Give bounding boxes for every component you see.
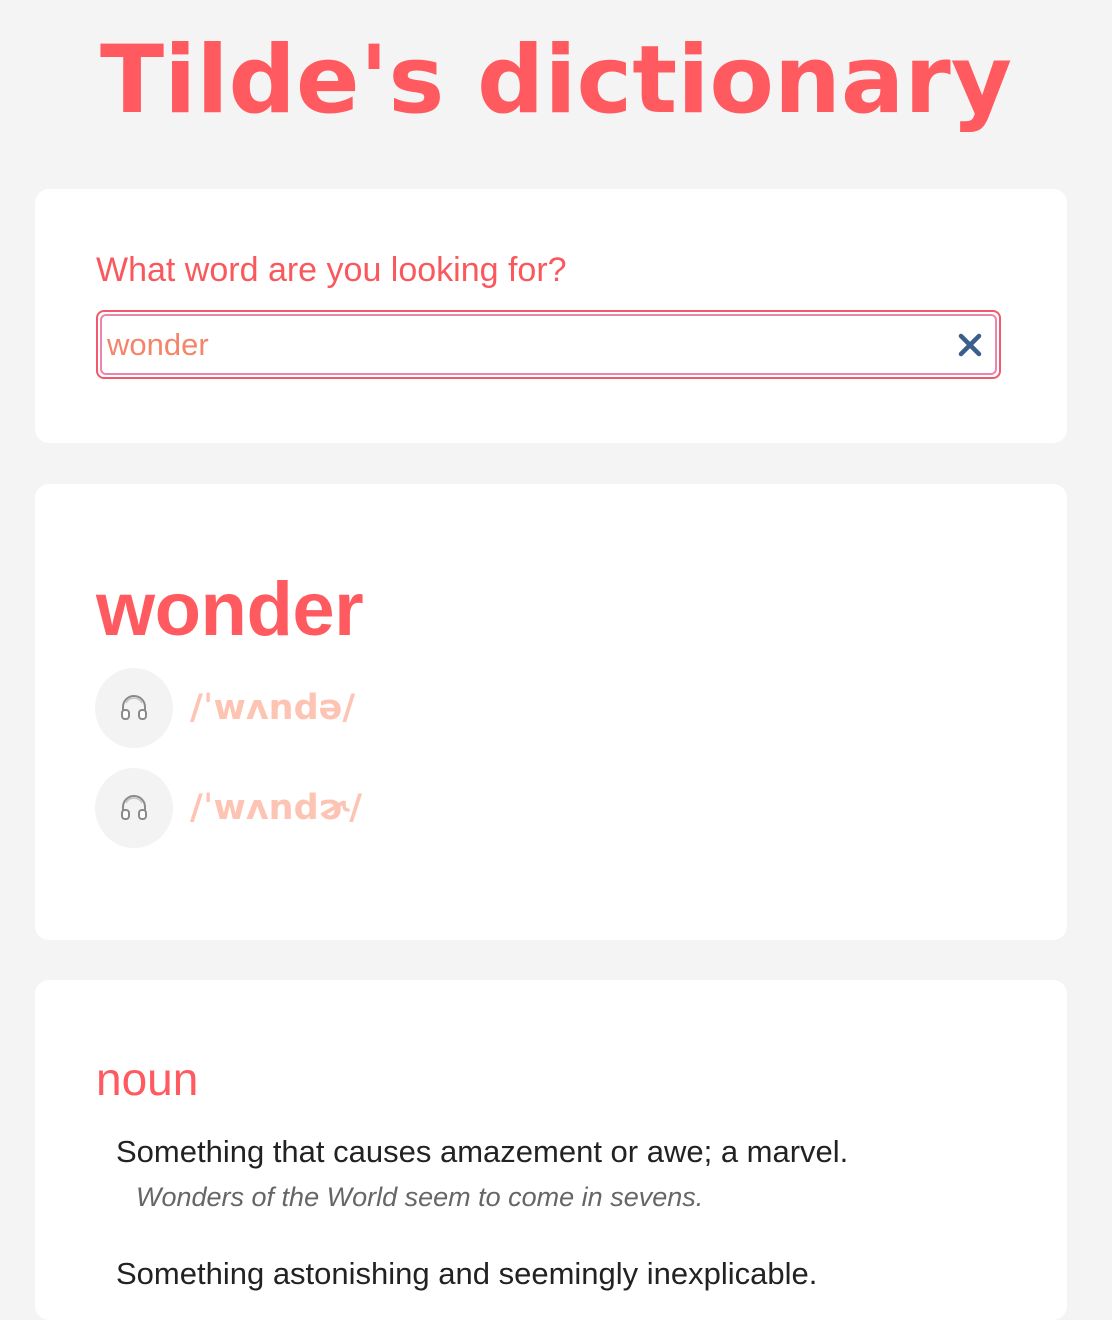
search-input[interactable] (102, 316, 942, 373)
search-box (96, 310, 1001, 379)
part-of-speech: noun (96, 1053, 199, 1105)
headphones-icon (121, 695, 147, 720)
play-audio-button[interactable] (95, 668, 173, 748)
definition-text: Something that causes amazement or awe; … (116, 1134, 849, 1169)
play-audio-button[interactable] (95, 768, 173, 848)
meaning-card: noun Something that causes amazement or … (35, 980, 1067, 1320)
example-text: Wonders of the World seem to come in sev… (136, 1182, 704, 1212)
word-heading: wonder (96, 567, 364, 652)
close-x-icon (958, 333, 982, 357)
headphones-icon (121, 795, 147, 820)
search-box-inner (100, 314, 997, 375)
app-title: Tilde's dictionary (99, 26, 1012, 135)
phonetic-text: /ˈwʌndə/ (190, 688, 356, 728)
phonetic-row: /ˈwʌndɚ/ (95, 767, 362, 849)
word-card: wonder /ˈwʌndə/ /ˈwʌndɚ/ (35, 484, 1067, 940)
definition-text: Something astonishing and seemingly inex… (116, 1256, 818, 1291)
search-card: What word are you looking for? (35, 189, 1067, 443)
search-label: What word are you looking for? (96, 251, 567, 289)
clear-search-button[interactable] (953, 328, 987, 362)
phonetic-row: /ˈwʌndə/ (95, 667, 355, 749)
phonetic-text: /ˈwʌndɚ/ (190, 788, 363, 828)
